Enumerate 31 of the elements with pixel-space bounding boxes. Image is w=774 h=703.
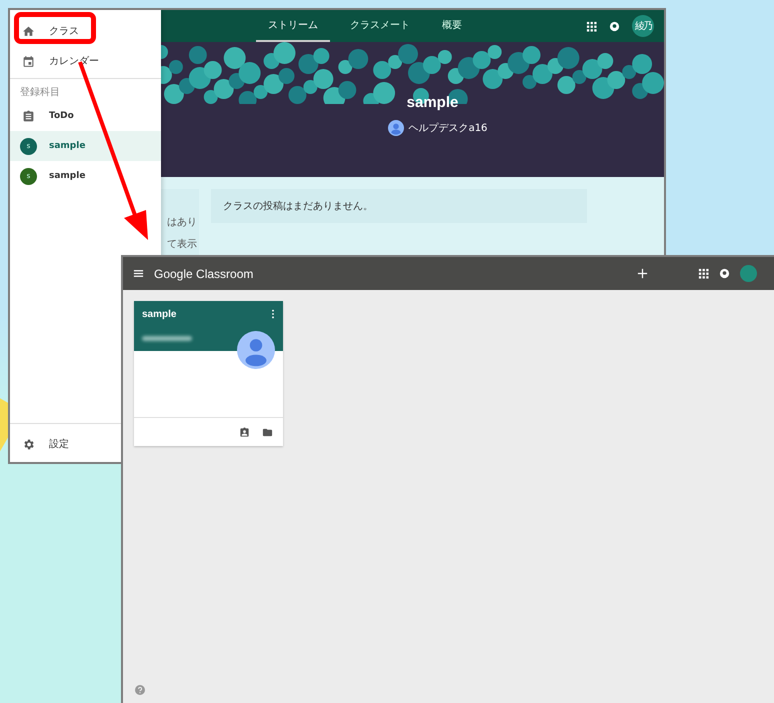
apps-grid-icon[interactable]	[586, 20, 597, 32]
contact-card-icon[interactable]	[239, 426, 250, 438]
settings-icon	[22, 438, 35, 450]
app-title: Google Classroom	[154, 266, 254, 280]
class-card[interactable]: sample	[134, 301, 283, 446]
panel-text: て表示	[167, 238, 197, 251]
account-circle-icon[interactable]	[719, 268, 730, 279]
user-avatar[interactable]: 綾乃	[632, 15, 654, 37]
class-title: sample	[406, 94, 458, 111]
sidebar-item[interactable]: クラス	[10, 16, 161, 46]
more-vertical-icon[interactable]	[271, 309, 275, 319]
section-heading: 登録科目	[19, 86, 61, 100]
account-circle-icon[interactable]	[609, 20, 620, 32]
empty-stream-message: クラスの投稿はまだありません。	[211, 189, 587, 223]
panel-text: はあり	[167, 216, 197, 229]
teacher-name: ヘルプデスクa16	[408, 122, 488, 135]
apps-grid-icon[interactable]	[698, 268, 709, 279]
calendar-icon	[22, 54, 35, 68]
folder-icon[interactable]	[262, 426, 273, 438]
blurred-subtitle	[142, 336, 192, 341]
menu-icon[interactable]	[133, 268, 144, 279]
clipboard-icon	[22, 110, 35, 122]
person-avatar-icon	[388, 120, 404, 136]
settings-item[interactable]: 設定	[10, 426, 79, 462]
tab[interactable]: クラスメート	[338, 10, 422, 42]
sidebar-item[interactable]: ToDo	[10, 101, 161, 131]
plus-icon[interactable]	[637, 268, 648, 279]
class-card-title[interactable]: sample	[142, 309, 271, 320]
home-icon	[22, 24, 35, 38]
tab[interactable]: 概要	[430, 10, 474, 42]
person-avatar-icon	[237, 331, 275, 369]
